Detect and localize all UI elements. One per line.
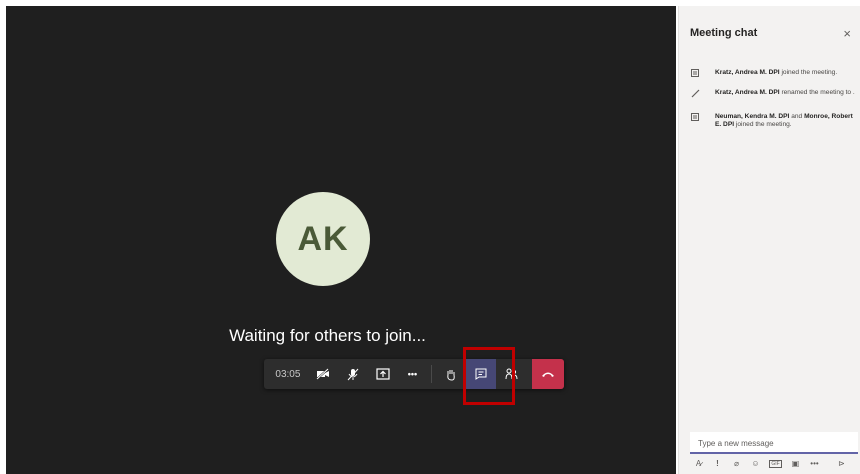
camera-toggle-button[interactable] bbox=[308, 359, 338, 389]
format-icon[interactable]: A̷ bbox=[689, 459, 708, 468]
participant-name: Kratz, Andrea M. DPI bbox=[715, 69, 780, 76]
more-actions-button[interactable]: ••• bbox=[398, 359, 428, 389]
participant-name: Neuman, Kendra M. DPI bbox=[715, 113, 790, 120]
more-icon: ••• bbox=[407, 369, 418, 379]
raise-hand-button[interactable] bbox=[436, 359, 466, 389]
join-icon bbox=[691, 113, 703, 129]
share-icon bbox=[375, 368, 390, 380]
close-icon[interactable]: × bbox=[843, 26, 851, 41]
event-description: joined the meeting. bbox=[734, 121, 792, 128]
call-stage: AK Waiting for others to join... bbox=[6, 6, 676, 474]
share-screen-button[interactable] bbox=[368, 359, 398, 389]
meeting-chat-panel: Meeting chat × Kratz, Andrea M. DPI join… bbox=[678, 6, 860, 474]
hang-up-icon bbox=[542, 372, 555, 377]
gif-icon[interactable]: GIF bbox=[769, 459, 782, 468]
chat-event-text: Neuman, Kendra M. DPI and Monroe, Robert… bbox=[715, 113, 859, 129]
call-toolbar: 03:05 ••• bbox=[264, 359, 564, 389]
chat-panel-title: Meeting chat bbox=[690, 27, 758, 39]
participant-name: Kratz, Andrea M. DPI bbox=[715, 89, 780, 96]
pencil-icon bbox=[691, 89, 703, 101]
chat-event-item: Kratz, Andrea M. DPI joined the meeting. bbox=[691, 69, 859, 81]
mic-off-icon bbox=[347, 368, 359, 380]
chat-event-text: Kratz, Andrea M. DPI renamed the meeting… bbox=[715, 89, 855, 101]
waiting-message: Waiting for others to join... bbox=[229, 326, 426, 345]
toolbar-divider bbox=[431, 365, 433, 383]
participant-avatar: AK bbox=[276, 192, 370, 286]
chat-event-text: Kratz, Andrea M. DPI joined the meeting. bbox=[715, 69, 837, 81]
chat-event-item: Neuman, Kendra M. DPI and Monroe, Robert… bbox=[691, 113, 859, 129]
more-options-icon[interactable]: ••• bbox=[805, 459, 824, 468]
message-compose-input[interactable]: Type a new message bbox=[690, 432, 858, 454]
compose-toolbar: A̷ ! ⌀ ☺ GIF ▣ ••• ⊳ bbox=[689, 459, 859, 468]
camera-off-icon bbox=[316, 368, 329, 380]
join-icon bbox=[691, 69, 703, 81]
important-icon[interactable]: ! bbox=[708, 459, 727, 468]
event-connector: and bbox=[789, 113, 805, 120]
highlight-box bbox=[463, 347, 515, 405]
event-description: renamed the meeting to . bbox=[779, 89, 855, 96]
sticker-icon[interactable]: ▣ bbox=[786, 459, 805, 468]
mic-toggle-button[interactable] bbox=[338, 359, 368, 389]
hang-up-button[interactable] bbox=[532, 359, 564, 389]
emoji-icon[interactable]: ☺ bbox=[746, 459, 765, 468]
attach-icon[interactable]: ⌀ bbox=[727, 459, 746, 468]
event-description: joined the meeting. bbox=[779, 69, 838, 76]
chat-event-item: Kratz, Andrea M. DPI renamed the meeting… bbox=[691, 89, 859, 101]
send-icon[interactable]: ⊳ bbox=[832, 459, 851, 468]
raise-hand-icon bbox=[447, 369, 456, 381]
call-timer: 03:05 bbox=[275, 368, 301, 380]
